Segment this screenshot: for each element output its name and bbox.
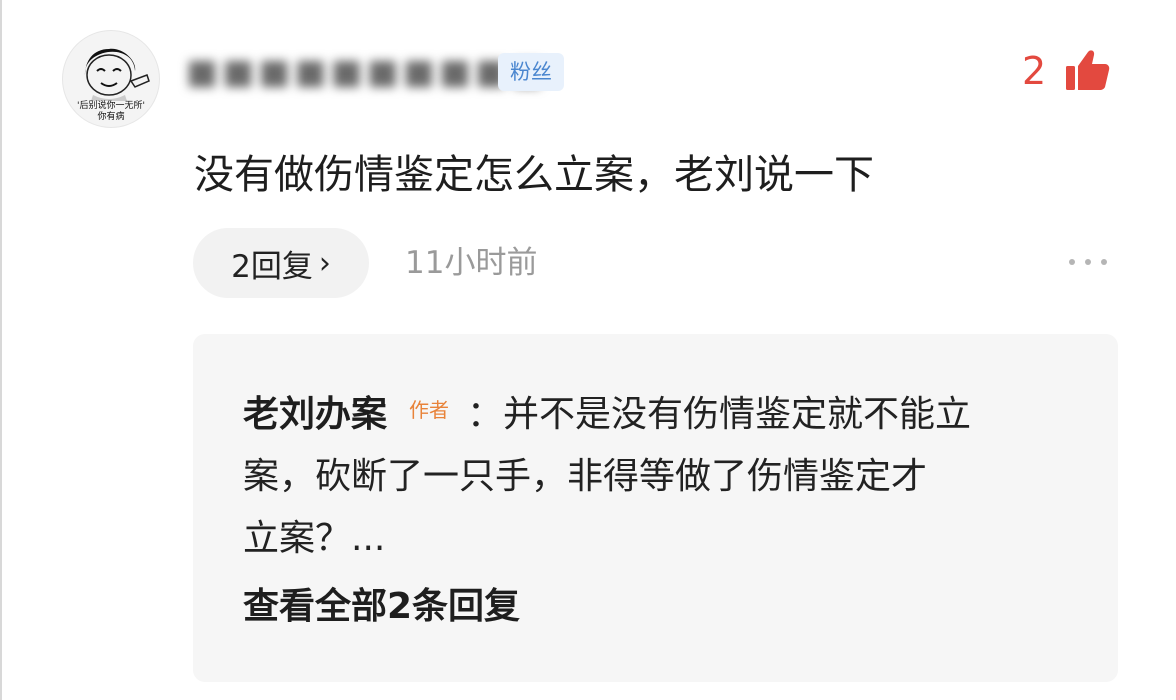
reply-text-part-1: ：并不是没有伤情鉴定就不能立 [467,394,972,435]
view-replies-button[interactable]: 2回复 › [193,228,369,298]
chevron-right-icon: › [318,245,331,281]
avatar-caption-line-1: '后别说你一无所' [77,101,145,111]
thumbs-up-icon[interactable] [1064,48,1110,92]
reply-author[interactable]: 老刘办案 [243,394,387,435]
avatar[interactable]: '后别说你一无所' 你有病 [62,30,160,128]
username-text: ■■■■■■■■■■ [186,52,548,92]
username[interactable]: ■■■■■■■■■■ [186,48,543,96]
view-replies-label: 2回复 [231,248,313,285]
avatar-caption-line-2: 你有病 [97,112,125,122]
comment-text: 没有做伤情鉴定怎么立案，老刘说一下 [194,152,874,198]
comment-page: '后别说你一无所' 你有病 ■■■■■■■■■■ 粉丝 2 没有做伤情鉴定怎么立… [0,0,1176,700]
more-dots-icon[interactable] [1064,252,1112,272]
author-badge: 作者 [409,398,450,422]
view-all-replies-link[interactable]: 查看全部2条回复 [243,582,520,632]
reply-preview-box[interactable]: 老刘办案 作者 ：并不是没有伤情鉴定就不能立 案，砍断了一只手，非得等做了伤情鉴定才… [193,334,1118,682]
reply-line-1: 老刘办案 作者 ：并不是没有伤情鉴定就不能立 [243,390,971,441]
comment-timestamp: 11小时前 [405,245,538,281]
fan-badge: 粉丝 [498,53,564,91]
reply-line-2: 案，砍断了一只手，非得等做了伤情鉴定才 [243,456,928,497]
like-count: 2 [1022,49,1047,93]
reply-line-3: 立案？... [243,518,386,559]
left-divider [0,0,2,700]
